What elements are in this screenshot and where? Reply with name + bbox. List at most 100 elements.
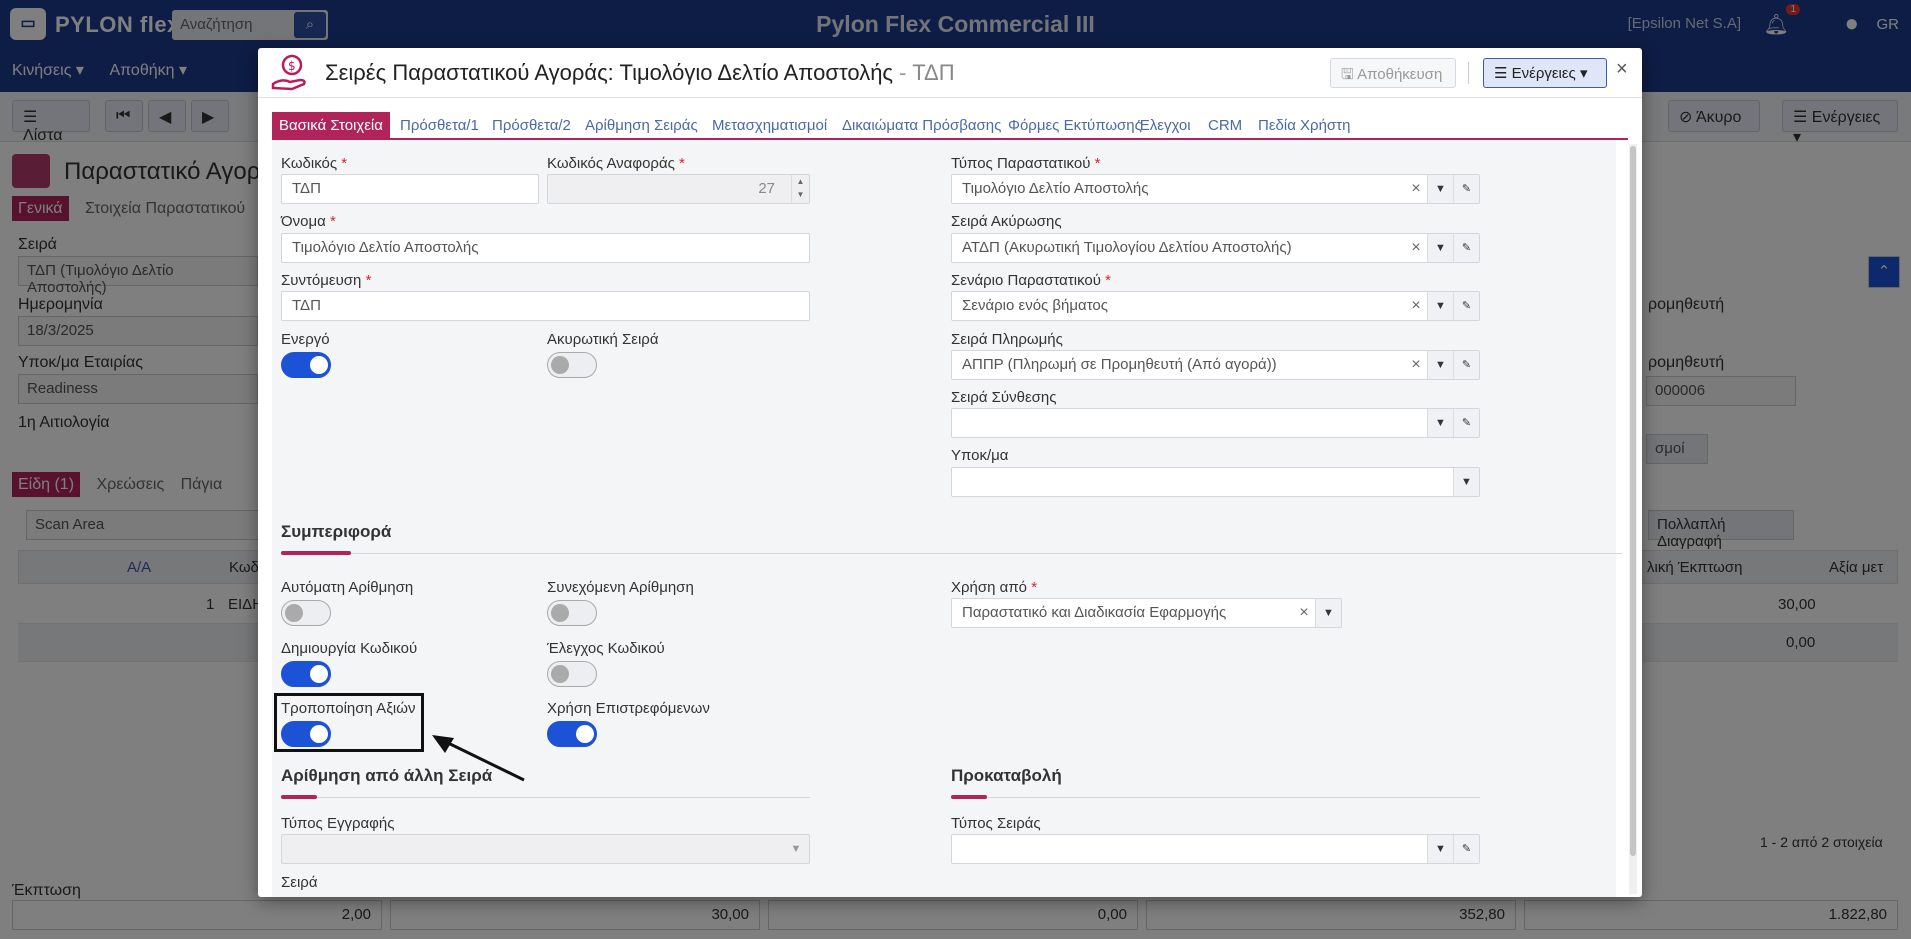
use-returns-toggle[interactable] xyxy=(547,721,597,747)
auto-num-toggle[interactable] xyxy=(281,600,331,626)
auto-num-label: Αυτόματη Αρίθμηση xyxy=(281,579,414,596)
tab-print-forms[interactable]: Φόρμες Εκτύπωσης xyxy=(1008,112,1142,138)
chevron-down-icon[interactable]: ▼ xyxy=(783,835,809,863)
clear-icon[interactable]: × xyxy=(1405,292,1427,320)
toggle-knob xyxy=(310,665,328,683)
chevron-down-icon[interactable]: ▼ xyxy=(1427,292,1453,320)
series-type-select[interactable]: ▼ ✎ xyxy=(951,834,1480,864)
toggle-knob xyxy=(551,604,569,622)
doc-type-select[interactable]: Τιμολόγιο Δελτίο Αποστολής × ▼ ✎ xyxy=(951,174,1480,204)
edit-pencil-icon[interactable]: ✎ xyxy=(1453,292,1479,320)
chevron-down-icon[interactable]: ▼ xyxy=(1427,409,1453,437)
edit-pencil-icon[interactable]: ✎ xyxy=(1453,234,1479,262)
payment-select[interactable]: ΑΠΠΡ (Πληρωμή σε Προμηθευτή (Από αγορά))… xyxy=(951,350,1480,380)
scenario-value: Σενάριο ενός βήματος xyxy=(962,297,1109,314)
header-divider xyxy=(1468,62,1469,84)
chevron-down-icon[interactable]: ▼ xyxy=(1453,468,1479,496)
cancel-ser-select[interactable]: ΑΤΔΠ (Ακυρωτική Τιμολογίου Δελτίου Αποστ… xyxy=(951,233,1480,263)
compose-select[interactable]: ▼ ✎ xyxy=(951,408,1480,438)
required-mark: * xyxy=(365,272,372,289)
modal-header: $ Σειρές Παραστατικού Αγοράς: Τιμολόγιο … xyxy=(258,48,1642,98)
edit-pencil-icon[interactable]: ✎ xyxy=(1453,409,1479,437)
toggle-knob xyxy=(551,665,569,683)
payment-label: Σειρά Πληρωμής xyxy=(951,331,1063,348)
short-label: Συντόμευση * xyxy=(281,272,371,289)
chevron-down-icon[interactable]: ▼ xyxy=(1427,234,1453,262)
edit-pencil-icon[interactable]: ✎ xyxy=(1453,175,1479,203)
toggle-knob xyxy=(551,356,569,374)
short-label-text: Συντόμευση xyxy=(281,272,362,289)
behavior-divider xyxy=(281,553,1622,554)
edit-pencil-icon[interactable]: ✎ xyxy=(1453,351,1479,379)
clear-icon[interactable]: × xyxy=(1405,351,1427,379)
used-by-label: Χρήση από * xyxy=(951,579,1037,596)
save-label: Αποθήκευση xyxy=(1357,66,1443,83)
required-mark: * xyxy=(1031,579,1038,596)
create-code-label: Δημιουργία Κωδικού xyxy=(281,640,418,657)
clear-icon[interactable]: × xyxy=(1293,599,1315,627)
compose-label: Σειρά Σύνθεσης xyxy=(951,389,1057,406)
scrollbar-thumb[interactable] xyxy=(1630,146,1636,856)
tab-numbering[interactable]: Αρίθμηση Σειράς xyxy=(585,112,698,138)
cancel-series-toggle[interactable] xyxy=(547,352,597,378)
branch-label: Υποκ/μα xyxy=(951,447,1009,464)
chevron-down-icon[interactable]: ▼ xyxy=(1427,835,1453,863)
tab-transformations[interactable]: Μετασχηματισμοί xyxy=(712,112,827,138)
refcode-input[interactable]: 27 ▲ ▼ xyxy=(547,174,810,204)
modal-tabs: Βασικά Στοιχεία Πρόσθετα/1 Πρόσθετα/2 Αρ… xyxy=(272,112,1628,140)
close-icon[interactable]: × xyxy=(1616,58,1628,81)
refcode-value: 27 xyxy=(758,180,775,197)
used-by-value: Παραστατικό και Διαδικασία Εφαρμογής xyxy=(962,604,1227,621)
advance-divider xyxy=(951,797,1480,798)
scenario-select[interactable]: Σενάριο ενός βήματος × ▼ ✎ xyxy=(951,291,1480,321)
doc-type-label: Τύπος Παραστατικού * xyxy=(951,155,1100,172)
chevron-down-icon[interactable]: ▼ xyxy=(1315,599,1341,627)
clear-icon[interactable]: × xyxy=(1405,175,1427,203)
tab-access-rights[interactable]: Δικαιώματα Πρόσβασης xyxy=(842,112,1001,138)
code-input[interactable]: ΤΔΠ xyxy=(281,174,539,204)
name-label: Όνομα * xyxy=(281,213,336,230)
tab-crm[interactable]: CRM xyxy=(1208,112,1242,138)
refcode-stepper-icon[interactable]: ▲ ▼ xyxy=(791,175,809,203)
record-type-select[interactable]: ▼ xyxy=(281,834,810,864)
save-button[interactable]: 🖫︎ Αποθήκευση xyxy=(1330,58,1456,88)
behavior-accent xyxy=(281,551,351,555)
tab-checks[interactable]: Έλεγχοι xyxy=(1138,112,1191,138)
chevron-down-icon[interactable]: ▼ xyxy=(1427,175,1453,203)
check-code-toggle[interactable] xyxy=(547,661,597,687)
tab-basic[interactable]: Βασικά Στοιχεία xyxy=(272,112,390,138)
code-label-text: Κωδικός xyxy=(281,155,338,172)
active-toggle[interactable] xyxy=(281,352,331,378)
branch-select[interactable]: ▼ xyxy=(951,467,1480,497)
svg-text:$: $ xyxy=(288,59,296,73)
doc-type-value: Τιμολόγιο Δελτίο Αποστολής xyxy=(962,180,1149,197)
cont-num-toggle[interactable] xyxy=(547,600,597,626)
tab-user-fields[interactable]: Πεδία Χρήστη xyxy=(1258,112,1350,138)
cont-num-label: Συνεχόμενη Αρίθμηση xyxy=(547,579,694,596)
chevron-down-icon: ▾ xyxy=(1579,65,1588,82)
tab-extra-2[interactable]: Πρόσθετα/2 xyxy=(492,112,571,138)
used-by-label-text: Χρήση από xyxy=(951,579,1028,596)
chevron-down-icon[interactable]: ▼ xyxy=(1427,351,1453,379)
hand-coin-icon: $ xyxy=(271,54,306,91)
required-mark: * xyxy=(341,155,348,172)
code-label: Κωδικός * xyxy=(281,155,347,172)
save-icon: 🖫︎ xyxy=(1341,66,1354,83)
doc-type-label-text: Τύπος Παραστατικού xyxy=(951,155,1091,172)
clear-icon[interactable]: × xyxy=(1405,234,1427,262)
short-input[interactable]: ΤΔΠ xyxy=(281,291,810,321)
modal-title-code: ΤΔΠ xyxy=(912,60,955,85)
tab-extra-1[interactable]: Πρόσθετα/1 xyxy=(400,112,479,138)
required-mark: * xyxy=(1094,155,1101,172)
name-input[interactable]: Τιμολόγιο Δελτίο Αποστολής xyxy=(281,233,810,263)
edit-pencil-icon[interactable]: ✎ xyxy=(1453,835,1479,863)
create-code-toggle[interactable] xyxy=(281,661,331,687)
used-by-select[interactable]: Παραστατικό και Διαδικασία Εφαρμογής × ▼ xyxy=(951,598,1342,628)
annotation-highlight-box xyxy=(274,693,424,752)
record-type-label: Τύπος Εγγραφής xyxy=(281,815,395,832)
toggle-knob xyxy=(576,725,594,743)
behavior-title: Συμπεριφορά xyxy=(281,522,392,541)
menu-icon: ☰ xyxy=(1494,65,1508,82)
actions-button[interactable]: ☰ Ενέργειες ▾ xyxy=(1483,58,1607,88)
required-mark: * xyxy=(329,213,336,230)
